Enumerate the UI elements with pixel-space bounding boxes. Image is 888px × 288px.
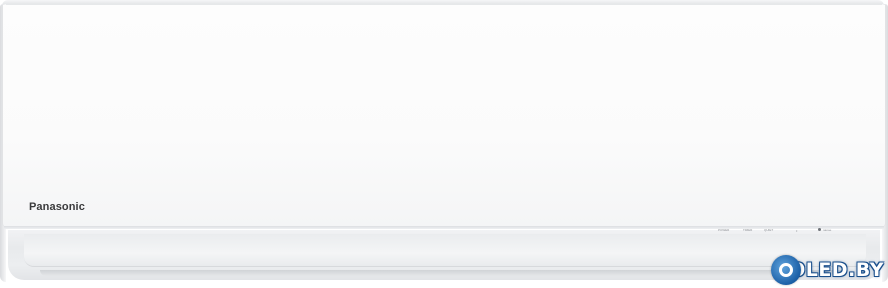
site-watermark: OLED.BY: [759, 253, 886, 287]
watermark-text: OLED.BY: [789, 259, 884, 281]
louver-face: [24, 234, 866, 267]
timer-indicator-label: TIMER: [743, 228, 753, 232]
nanoe-icon: [818, 228, 821, 231]
air-conditioner-unit: Panasonic POWER TIMER QUIET • nanoe: [0, 0, 888, 288]
brand-logo: Panasonic: [29, 201, 85, 213]
status-dot: •: [796, 228, 798, 233]
feature-indicator-label: nanoe: [823, 228, 832, 232]
air-outlet-slot: [40, 270, 846, 276]
front-panel: [2, 5, 886, 227]
o-circle-logo-icon: [771, 255, 802, 285]
quiet-indicator-label: QUIET: [764, 228, 774, 232]
power-indicator-label: POWER: [718, 228, 730, 232]
